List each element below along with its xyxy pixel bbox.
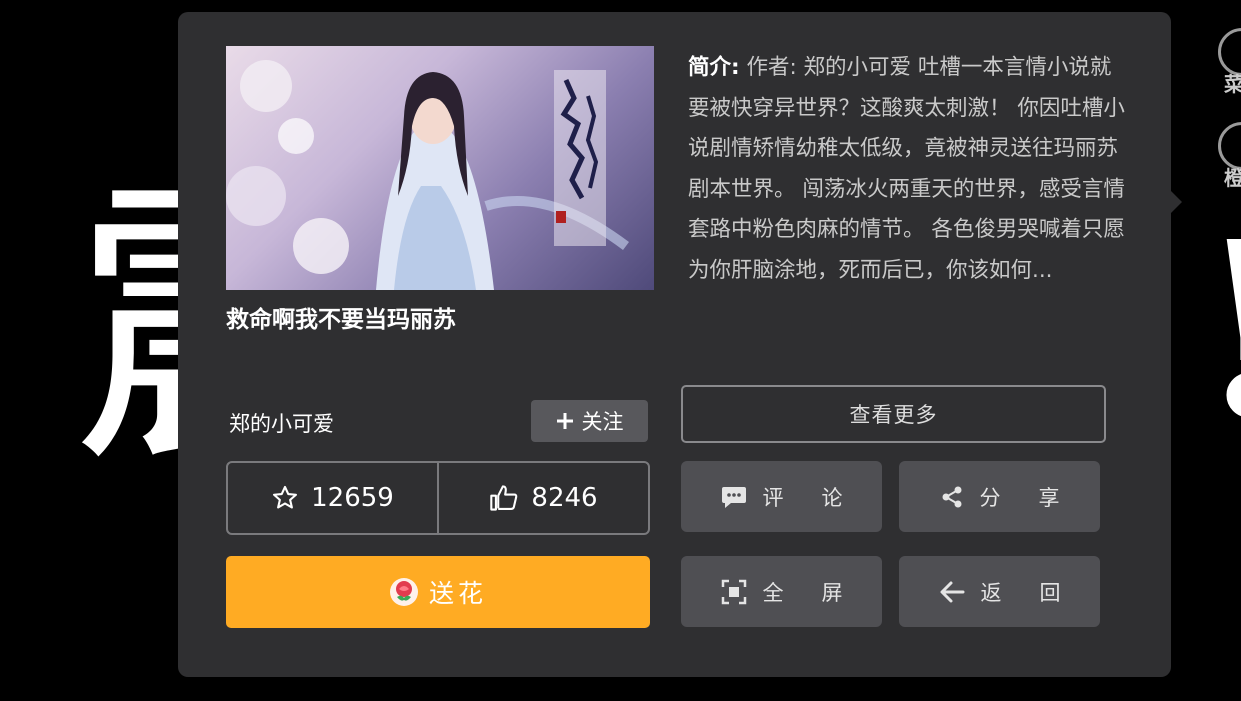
follow-button[interactable]: 关注 (531, 400, 648, 442)
comment-label: 评论 (762, 485, 881, 510)
book-title: 救命啊我不要当玛丽苏 (226, 307, 456, 333)
share-icon (942, 486, 961, 507)
view-more-button[interactable]: 查看更多 (681, 385, 1106, 443)
author-name[interactable]: 郑的小可爱 (229, 408, 334, 438)
comment-icon (721, 486, 746, 508)
favorite-count: 12659 (311, 483, 394, 513)
fullscreen-button[interactable]: 全屏 (681, 556, 882, 627)
flower-icon (389, 578, 418, 606)
share-label: 分享 (979, 485, 1098, 510)
book-intro: 简介: 作者: 郑的小可爱 吐槽一本言情小说就要被快穿异世界？这酸爽太刺激！ 你… (688, 48, 1128, 291)
thumbs-up-icon (490, 485, 518, 511)
book-cover[interactable] (226, 46, 654, 290)
send-flower-label: 送花 (428, 579, 487, 608)
like-button[interactable]: 8246 (437, 463, 648, 533)
side-menu-label: 菜 (1224, 72, 1241, 96)
fullscreen-icon (721, 579, 746, 604)
side-theme-button[interactable]: 橙 (1218, 122, 1241, 190)
send-flower-button[interactable]: 送花 (226, 556, 650, 628)
side-theme-label: 橙 (1224, 166, 1241, 190)
fullscreen-label: 全屏 (762, 580, 881, 605)
favorite-button[interactable]: 12659 (228, 463, 437, 533)
comment-button[interactable]: 评论 (681, 461, 882, 532)
side-menu-button[interactable]: 菜 (1218, 28, 1241, 96)
panel-pointer (1170, 190, 1182, 214)
background-exclamation: ! (1196, 210, 1241, 450)
stats-bar: 12659 8246 (226, 461, 650, 535)
plus-icon (556, 413, 573, 429)
intro-label: 简介: (688, 55, 740, 80)
follow-label: 关注 (581, 410, 624, 434)
cover-illustration (226, 60, 629, 290)
back-arrow-icon (940, 581, 964, 602)
star-icon (273, 485, 298, 509)
like-count: 8246 (531, 483, 598, 513)
intro-text: 作者: 郑的小可爱 吐槽一本言情小说就要被快穿异世界？这酸爽太刺激！ 你因吐槽小… (688, 55, 1125, 283)
back-button[interactable]: 返回 (899, 556, 1100, 627)
back-label: 返回 (980, 580, 1099, 605)
background-character: 震 (72, 178, 178, 478)
share-button[interactable]: 分享 (899, 461, 1100, 532)
